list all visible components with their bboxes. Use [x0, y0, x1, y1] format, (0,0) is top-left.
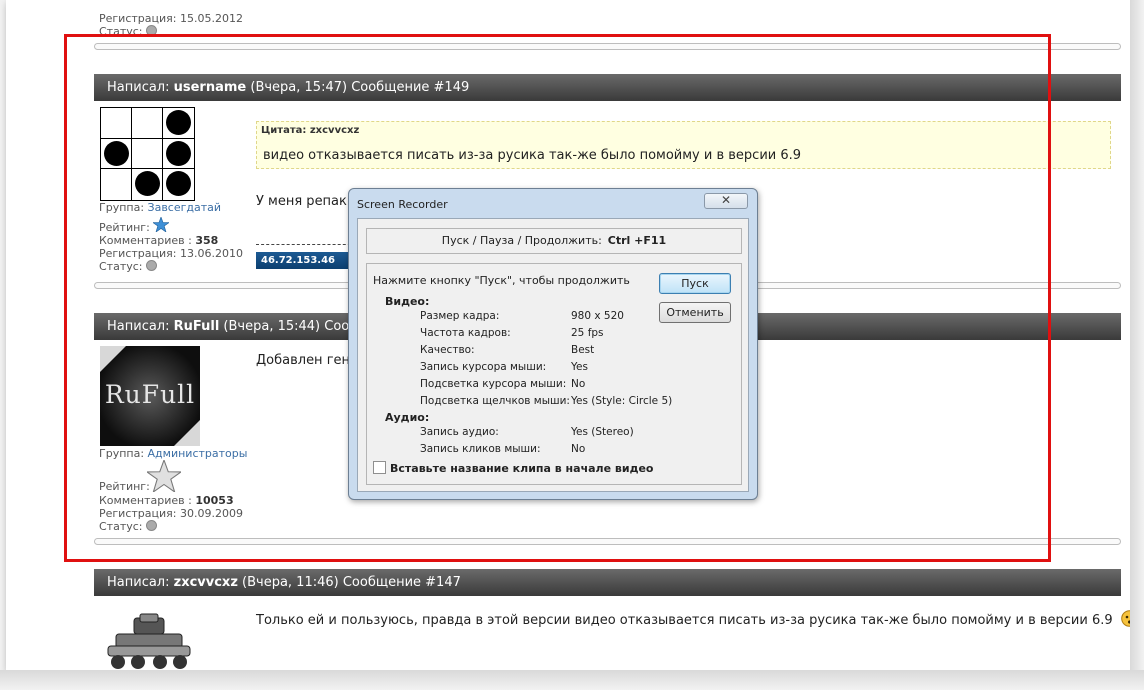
window-shadow [1130, 0, 1144, 690]
audio-setting-label: Запись аудио: [420, 426, 499, 438]
cancel-button[interactable]: Отменить [659, 302, 731, 323]
post-header-147: Написал: zxcvvcxz (Вчера, 11:46) Сообщен… [94, 569, 1121, 596]
insert-title-checkbox[interactable] [373, 461, 386, 474]
hotkey-value: Ctrl +F11 [607, 234, 667, 247]
video-setting-label: Качество: [420, 344, 475, 356]
video-setting-value: Yes [571, 361, 588, 373]
video-setting-label: Частота кадров: [420, 327, 511, 339]
audio-section-title: Аудио: [385, 411, 430, 424]
audio-setting-value: No [571, 443, 586, 455]
prev-registration: Регистрация: 15.05.2012 [99, 12, 243, 25]
video-section-title: Видео: [385, 295, 430, 308]
start-button[interactable]: Пуск [659, 273, 731, 294]
video-setting-label: Запись курсора мыши: [420, 361, 547, 373]
window-shadow [0, 670, 1144, 690]
insert-title-option[interactable]: Вставьте название клипа в начале видео [373, 461, 653, 475]
forum-page: Регистрация: 15.05.2012 Статус: Написал:… [6, 0, 1130, 670]
start-prompt: Нажмите кнопку "Пуск", чтобы продолжить [373, 274, 630, 287]
avatar[interactable] [104, 612, 194, 670]
dialog-body: Пуск / Пауза / Продолжить: Ctrl +F11 Нажм… [357, 218, 749, 492]
video-setting-value: 25 fps [571, 327, 604, 339]
smiley-icon [1120, 610, 1130, 627]
post-author[interactable]: zxcvvcxz [174, 575, 238, 590]
settings-summary: Нажмите кнопку "Пуск", чтобы продолжить … [366, 263, 742, 485]
close-button[interactable]: ✕ [704, 193, 748, 209]
hotkey-label: Пуск / Пауза / Продолжить: [441, 234, 602, 247]
screen-recorder-dialog: Screen Recorder ✕ Пуск / Пауза / Продолж… [348, 188, 758, 500]
video-setting-label: Подсветка курсора мыши: [420, 378, 567, 390]
audio-setting-label: Запись кликов мыши: [420, 443, 541, 455]
video-setting-value: Yes (Style: Circle 5) [571, 395, 673, 407]
video-setting-value: 980 x 520 [571, 310, 624, 322]
video-setting-label: Подсветка щелчков мыши: [420, 395, 570, 407]
post-text-147: Только ей и пользуюсь, правда в этой вер… [256, 610, 1130, 628]
hotkey-info: Пуск / Пауза / Продолжить: Ctrl +F11 [366, 228, 742, 254]
insert-title-label: Вставьте название клипа в начале видео [390, 462, 654, 475]
dialog-title: Screen Recorder [357, 198, 448, 211]
video-setting-value: No [571, 378, 586, 390]
video-setting-value: Best [571, 344, 595, 356]
audio-setting-value: Yes (Stereo) [571, 426, 634, 438]
video-setting-label: Размер кадра: [420, 310, 500, 322]
